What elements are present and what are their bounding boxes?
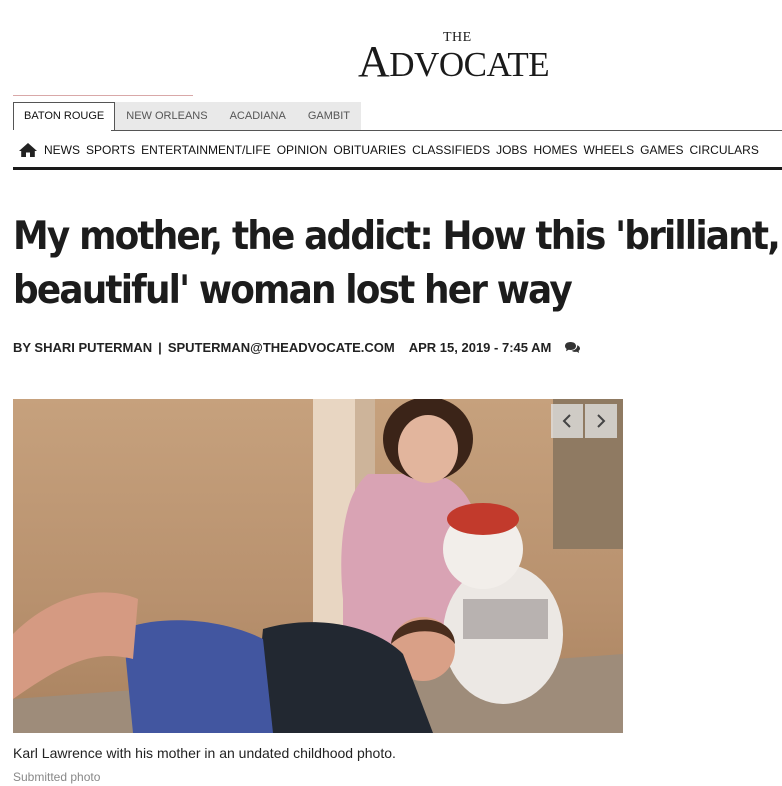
mother-face: [398, 415, 458, 483]
byline: BY SHARI PUTERMAN | SPUTERMAN@THEADVOCAT…: [13, 340, 581, 355]
nav-jobs[interactable]: JOBS: [496, 143, 527, 157]
bear-cap: [447, 503, 519, 535]
photo-caption: Karl Lawrence with his mother in an unda…: [13, 745, 396, 761]
boy-shorts: [123, 620, 273, 733]
gallery-prev-button[interactable]: [551, 404, 583, 438]
chevron-left-icon: [562, 414, 571, 428]
nav-circulars[interactable]: CIRCULARS: [689, 143, 758, 157]
nav-opinion[interactable]: OPINION: [277, 143, 328, 157]
article-photo[interactable]: [13, 399, 623, 733]
tab-gambit[interactable]: GAMBIT: [296, 102, 361, 130]
masthead-accent-line: [13, 95, 193, 96]
nav-sports[interactable]: SPORTS: [86, 143, 135, 157]
tab-acadiana[interactable]: ACADIANA: [218, 102, 297, 130]
home-icon[interactable]: [18, 142, 38, 158]
comment-icon[interactable]: [564, 341, 581, 355]
article-headline: My mother, the addict: How this 'brillia…: [13, 210, 781, 318]
nav-entertainment-life[interactable]: ENTERTAINMENT/LIFE: [141, 143, 271, 157]
edition-tabs: BATON ROUGE NEW ORLEANS ACADIANA GAMBIT: [13, 102, 361, 130]
byline-email[interactable]: SPUTERMAN@THEADVOCATE.COM: [168, 340, 395, 355]
nav-wheels[interactable]: WHEELS: [583, 143, 634, 157]
byline-separator: |: [158, 340, 162, 355]
headline-line-1: My mother, the addict: How this 'brillia…: [13, 214, 781, 259]
byline-date: APR 15, 2019 - 7:45 AM: [408, 340, 552, 355]
photo-illustration: [13, 399, 623, 733]
chevron-right-icon: [597, 414, 606, 428]
nav-games[interactable]: GAMES: [640, 143, 683, 157]
main-nav: NEWS SPORTS ENTERTAINMENT/LIFE OPINION O…: [13, 138, 782, 162]
logo-rest: DVOCATE: [389, 45, 550, 84]
tab-new-orleans[interactable]: NEW ORLEANS: [115, 102, 219, 130]
byline-author[interactable]: BY SHARI PUTERMAN: [13, 340, 152, 355]
bear-shirt-print: [463, 599, 548, 639]
gallery-next-button[interactable]: [585, 404, 617, 438]
nav-homes[interactable]: HOMES: [533, 143, 577, 157]
tab-divider: [111, 130, 782, 131]
tab-baton-rouge[interactable]: BATON ROUGE: [13, 102, 116, 130]
logo-wordmark: ADVOCATE: [358, 37, 550, 87]
nav-news[interactable]: NEWS: [44, 143, 80, 157]
nav-obituaries[interactable]: OBITUARIES: [333, 143, 406, 157]
nav-rule: [13, 167, 782, 170]
photo-credit: Submitted photo: [13, 770, 101, 784]
nav-classifieds[interactable]: CLASSIFIEDS: [412, 143, 490, 157]
headline-line-2: beautiful' woman lost her way: [13, 268, 573, 313]
site-logo[interactable]: THE ADVOCATE: [358, 30, 613, 84]
logo-a: A: [358, 37, 390, 86]
